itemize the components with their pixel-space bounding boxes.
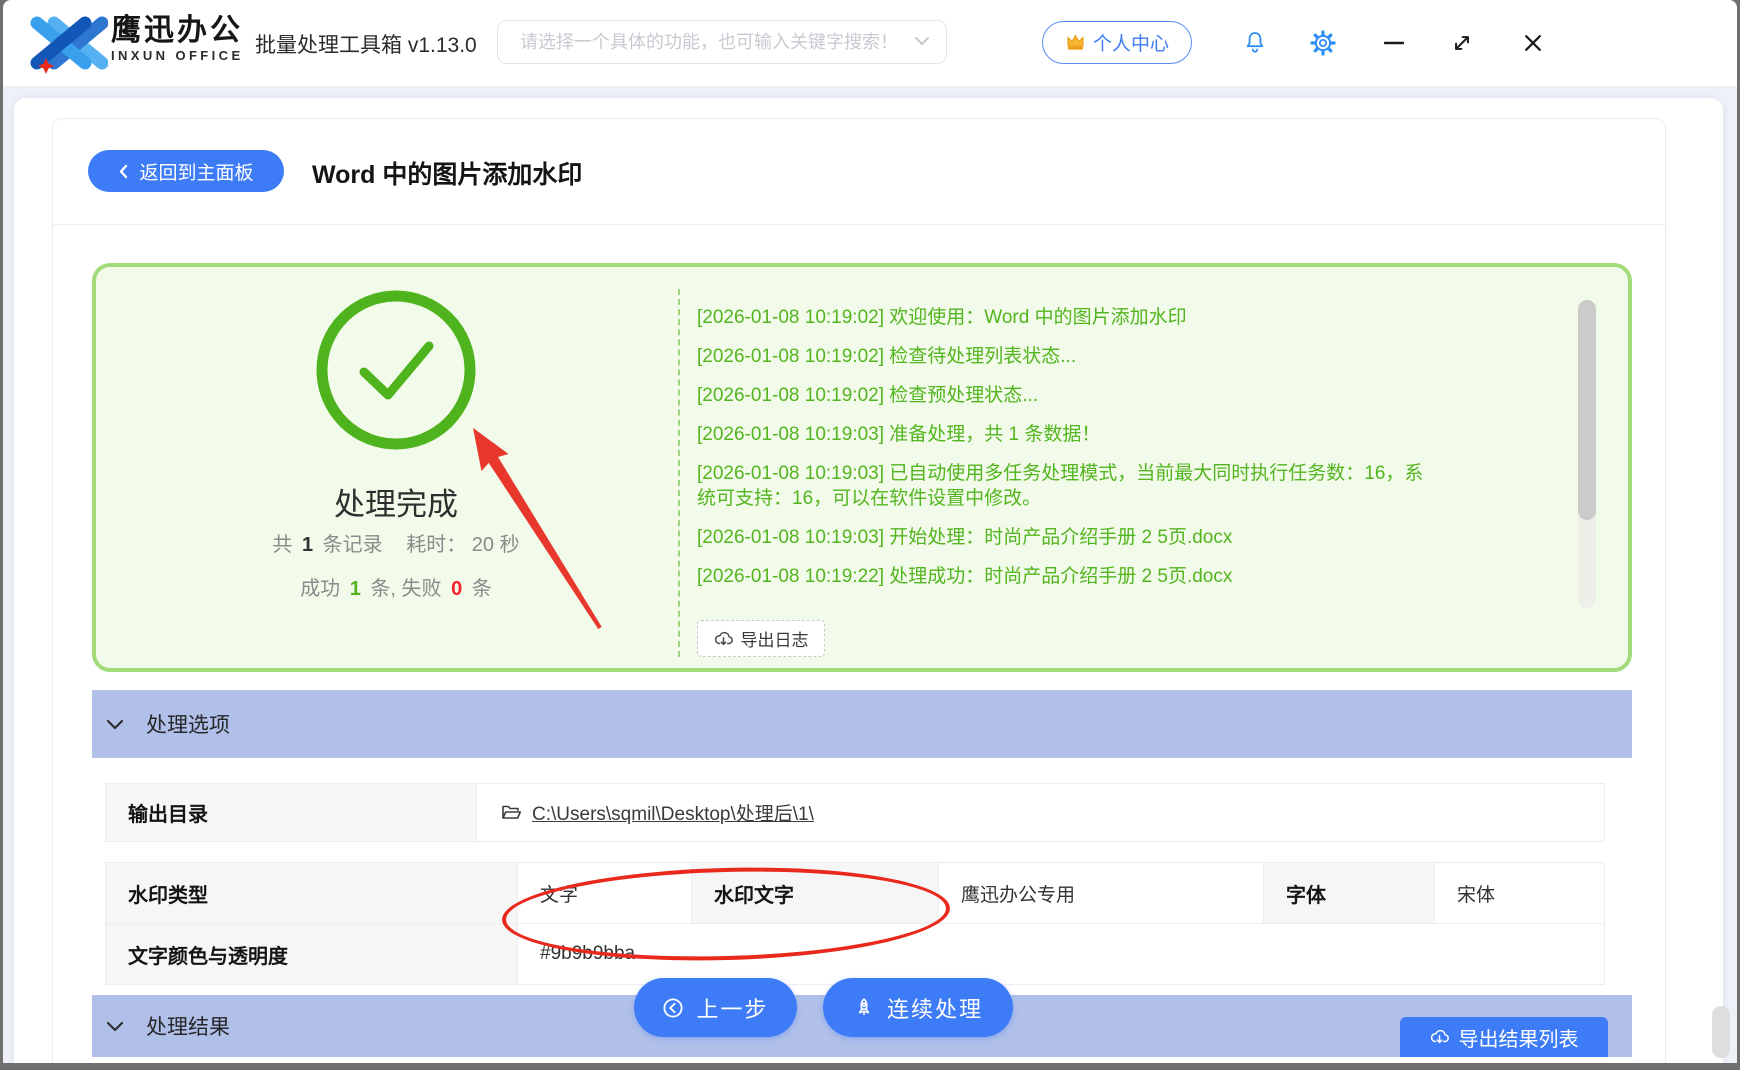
fail-suffix: 条 bbox=[472, 578, 492, 600]
section-options-label: 处理选项 bbox=[146, 709, 230, 739]
log-line: [2026-01-08 10:19:03] 准备处理，共 1 条数据！ bbox=[697, 422, 1442, 447]
watermark-text-label-cell: 水印文字 bbox=[691, 862, 939, 924]
total-suffix: 条记录 bbox=[323, 534, 383, 556]
font-label-cell: 字体 bbox=[1263, 862, 1435, 924]
maximize-button[interactable] bbox=[1449, 30, 1475, 56]
font-value: 宋体 bbox=[1457, 880, 1495, 907]
main-content-card: 返回到主面板 Word 中的图片添加水印 处理完成 共 1 条记录 耗时： 20… bbox=[14, 98, 1723, 1063]
minimize-button[interactable] bbox=[1381, 32, 1407, 54]
log-line: [2026-01-08 10:19:22] 处理成功：时尚产品介绍手册 2 5页… bbox=[697, 564, 1442, 589]
output-dir-link[interactable]: C:\Users\sqmil\Desktop\处理后\1\ bbox=[501, 799, 814, 826]
previous-step-button[interactable]: 上一步 bbox=[634, 978, 797, 1037]
success-mid: 条, 失败 bbox=[370, 578, 441, 600]
crown-icon bbox=[1065, 34, 1086, 51]
chevron-down-icon bbox=[106, 719, 124, 730]
brand-name-cn: 鹰迅办公 bbox=[111, 16, 244, 46]
export-results-button[interactable]: 导出结果列表 bbox=[1400, 1017, 1608, 1057]
color-label-cell: 文字颜色与透明度 bbox=[105, 923, 518, 985]
rocket-icon bbox=[853, 997, 875, 1019]
settings-gear-icon[interactable] bbox=[1309, 29, 1337, 57]
chevron-down-icon bbox=[106, 1021, 124, 1032]
log-line: [2026-01-08 10:19:03] 已自动使用多任务处理模式，当前最大同… bbox=[697, 461, 1442, 511]
section-results-label: 处理结果 bbox=[146, 1011, 230, 1041]
user-center-label: 个人中心 bbox=[1093, 29, 1169, 56]
status-summary-line: 共 1 条记录 耗时： 20 秒 bbox=[186, 528, 606, 557]
fail-count: 0 bbox=[451, 578, 462, 600]
export-results-label: 导出结果列表 bbox=[1459, 1023, 1579, 1052]
page-title: Word 中的图片添加水印 bbox=[312, 155, 582, 191]
folder-open-icon bbox=[501, 804, 522, 821]
watermark-type-label: 水印类型 bbox=[128, 879, 208, 908]
search-input[interactable] bbox=[518, 31, 914, 54]
log-line: [2026-01-08 10:19:02] 检查预处理状态... bbox=[697, 383, 1442, 408]
back-to-dashboard-button[interactable]: 返回到主面板 bbox=[88, 150, 284, 192]
circle-back-icon bbox=[662, 997, 684, 1019]
log-scrollbar-thumb[interactable] bbox=[1578, 300, 1596, 520]
log-line: [2026-01-08 10:19:03] 开始处理：时尚产品介绍手册 2 5页… bbox=[697, 525, 1442, 550]
export-log-button[interactable]: 导出日志 bbox=[697, 620, 825, 657]
app-title: 批量处理工具箱 v1.13.0 bbox=[255, 29, 477, 59]
color-label: 文字颜色与透明度 bbox=[128, 940, 288, 969]
watermark-text-value-cell: 鹰迅办公专用 bbox=[938, 862, 1264, 924]
back-button-label: 返回到主面板 bbox=[139, 158, 253, 185]
output-dir-label: 输出目录 bbox=[128, 798, 208, 827]
time-label: 耗时： bbox=[406, 534, 466, 556]
status-title: 处理完成 bbox=[276, 479, 516, 524]
font-label: 字体 bbox=[1286, 879, 1326, 908]
page-scrollbar-thumb[interactable] bbox=[1712, 1006, 1730, 1058]
color-value: #9b9b9bba bbox=[540, 943, 635, 965]
user-center-button[interactable]: 个人中心 bbox=[1042, 21, 1192, 64]
success-count: 1 bbox=[350, 578, 361, 600]
export-log-label: 导出日志 bbox=[741, 626, 809, 651]
output-dir-path: C:\Users\sqmil\Desktop\处理后\1\ bbox=[532, 799, 814, 826]
log-line: [2026-01-08 10:19:02] 检查待处理列表状态... bbox=[697, 344, 1442, 369]
divider bbox=[53, 224, 1665, 225]
app-window: 鹰迅办公 INXUN OFFICE 批量处理工具箱 v1.13.0 个人中心 bbox=[3, 0, 1737, 1063]
watermark-text-value: 鹰迅办公专用 bbox=[961, 880, 1075, 907]
cloud-download-icon bbox=[714, 631, 733, 647]
brand-name-en: INXUN OFFICE bbox=[111, 49, 244, 63]
watermark-type-value: 文字 bbox=[540, 880, 578, 907]
watermark-type-label-cell: 水印类型 bbox=[105, 862, 518, 924]
notification-bell-icon[interactable] bbox=[1241, 29, 1269, 57]
chevron-down-icon bbox=[914, 33, 930, 51]
top-bar: 鹰迅办公 INXUN OFFICE 批量处理工具箱 v1.13.0 个人中心 bbox=[3, 0, 1737, 86]
log-line: [2026-01-08 10:19:02] 欢迎使用：Word 中的图片添加水印 bbox=[697, 305, 1442, 330]
chevron-left-icon bbox=[118, 163, 129, 180]
font-value-cell: 宋体 bbox=[1434, 862, 1605, 924]
total-prefix: 共 bbox=[272, 534, 292, 556]
time-value: 20 秒 bbox=[472, 534, 520, 556]
color-value-cell: #9b9b9bba bbox=[517, 923, 1605, 985]
previous-step-label: 上一步 bbox=[696, 992, 768, 1024]
app-logo-icon bbox=[28, 13, 108, 80]
section-header-options[interactable]: 处理选项 bbox=[92, 690, 1632, 758]
success-check-icon bbox=[306, 280, 486, 465]
divider bbox=[678, 289, 680, 657]
process-log-list: [2026-01-08 10:19:02] 欢迎使用：Word 中的图片添加水印… bbox=[697, 305, 1442, 603]
watermark-type-value-cell: 文字 bbox=[517, 862, 692, 924]
process-complete-panel: 处理完成 共 1 条记录 耗时： 20 秒 成功 1 条, 失败 0 条 [20… bbox=[92, 263, 1632, 672]
output-dir-label-cell: 输出目录 bbox=[105, 783, 477, 842]
continue-process-label: 连续处理 bbox=[887, 992, 983, 1024]
output-dir-value-cell: C:\Users\sqmil\Desktop\处理后\1\ bbox=[476, 783, 1605, 842]
result-summary-line: 成功 1 条, 失败 0 条 bbox=[186, 572, 606, 601]
close-button[interactable] bbox=[1519, 29, 1547, 57]
function-search-select[interactable] bbox=[497, 20, 947, 64]
cloud-download-icon bbox=[1430, 1029, 1449, 1045]
total-count: 1 bbox=[302, 534, 313, 556]
success-prefix: 成功 bbox=[300, 578, 340, 600]
watermark-text-label: 水印文字 bbox=[714, 879, 794, 908]
brand-block: 鹰迅办公 INXUN OFFICE bbox=[111, 16, 244, 63]
continue-process-button[interactable]: 连续处理 bbox=[823, 978, 1013, 1037]
log-scrollbar-track bbox=[1578, 300, 1596, 608]
